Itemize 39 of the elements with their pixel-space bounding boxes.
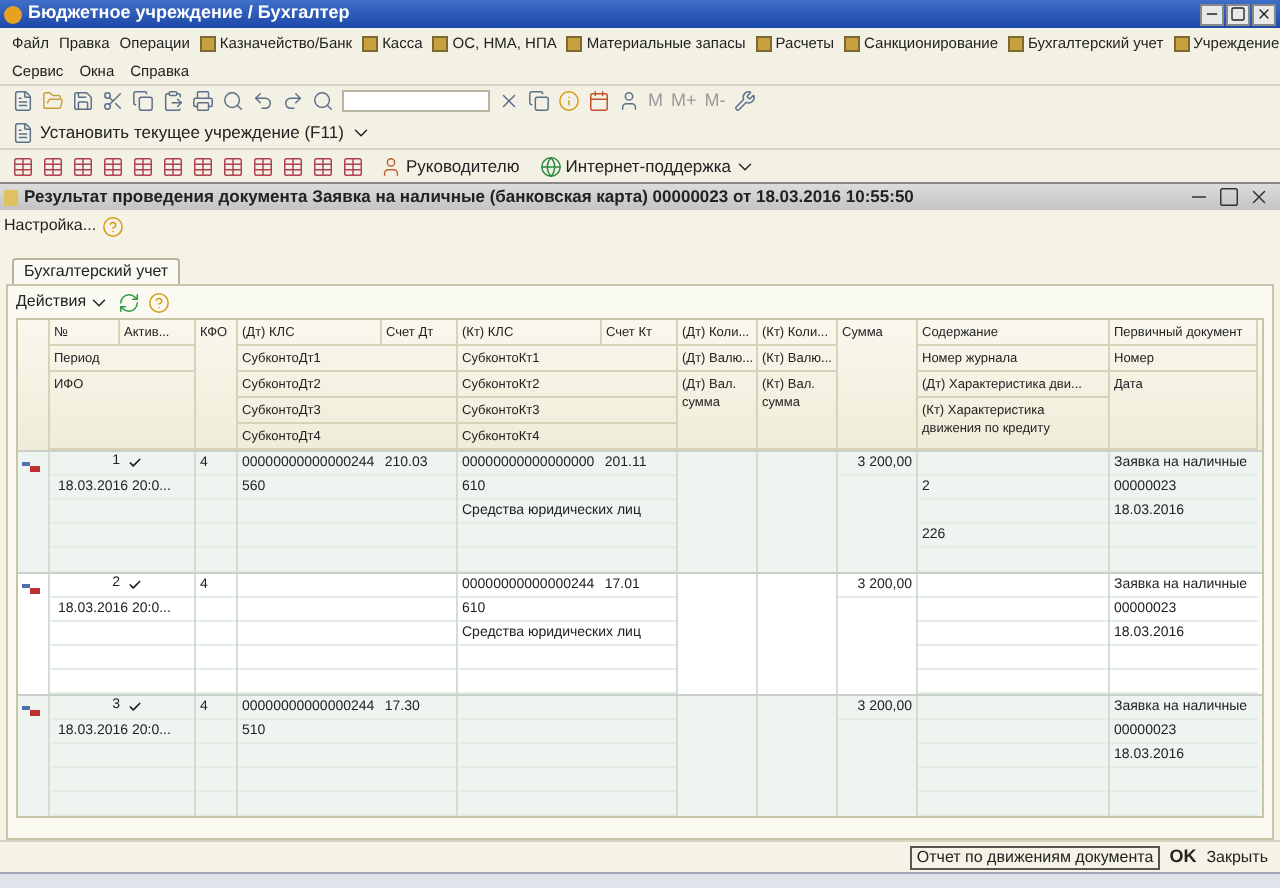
save-icon[interactable] bbox=[72, 90, 94, 112]
search-icon[interactable] bbox=[222, 90, 244, 112]
window-title: Бюджетное учреждение / Бухгалтер bbox=[28, 0, 350, 27]
tab[interactable]: Бухгалтерский учет bbox=[12, 258, 181, 284]
refresh-icon[interactable] bbox=[118, 291, 141, 313]
copy-icon[interactable] bbox=[132, 90, 154, 112]
restore-icon[interactable] bbox=[1218, 186, 1240, 208]
scissors-icon[interactable] bbox=[102, 90, 124, 112]
support-button[interactable]: Интернет-поддержка bbox=[539, 153, 757, 179]
document-title: Результат проведения документа Заявка на наличные (банковская карта) 00000023 от 18.03.2016 10:55:50 bbox=[24, 184, 914, 210]
globe-icon[interactable] bbox=[539, 155, 562, 177]
user-icon[interactable] bbox=[618, 90, 640, 112]
document-icon[interactable] bbox=[12, 90, 34, 112]
actions-button[interactable]: Действия bbox=[16, 290, 111, 314]
maximize-button[interactable] bbox=[1226, 3, 1250, 25]
report-button[interactable]: Отчет по движениям документа bbox=[910, 845, 1160, 869]
clear-icon[interactable] bbox=[498, 90, 520, 112]
help-icon[interactable] bbox=[148, 291, 171, 313]
close-button[interactable] bbox=[1252, 3, 1276, 25]
undo-icon[interactable] bbox=[252, 90, 274, 112]
institution-button[interactable]: Установить текущее учреждение (F11) bbox=[12, 119, 372, 145]
search-icon[interactable] bbox=[312, 90, 334, 112]
manager-button[interactable]: Руководителю bbox=[380, 153, 520, 179]
paste-icon[interactable] bbox=[162, 90, 184, 112]
ok-button[interactable]: OK bbox=[1169, 843, 1197, 871]
document-icon[interactable] bbox=[12, 121, 34, 143]
redo-icon[interactable] bbox=[282, 90, 304, 112]
app-logo-icon bbox=[4, 5, 22, 23]
search-field[interactable] bbox=[342, 90, 490, 112]
settings-link[interactable]: Настройка... bbox=[4, 214, 97, 238]
maximize-icon bbox=[1230, 6, 1246, 22]
minimize-button[interactable] bbox=[1200, 3, 1224, 25]
close-icon bbox=[1256, 6, 1272, 22]
printer-icon[interactable] bbox=[192, 90, 214, 112]
close-button[interactable]: Закрыть bbox=[1206, 845, 1268, 869]
calendar-icon[interactable] bbox=[588, 90, 610, 112]
close-icon[interactable] bbox=[1248, 186, 1270, 208]
document-icon bbox=[4, 189, 18, 205]
wrench-icon[interactable] bbox=[733, 90, 756, 112]
